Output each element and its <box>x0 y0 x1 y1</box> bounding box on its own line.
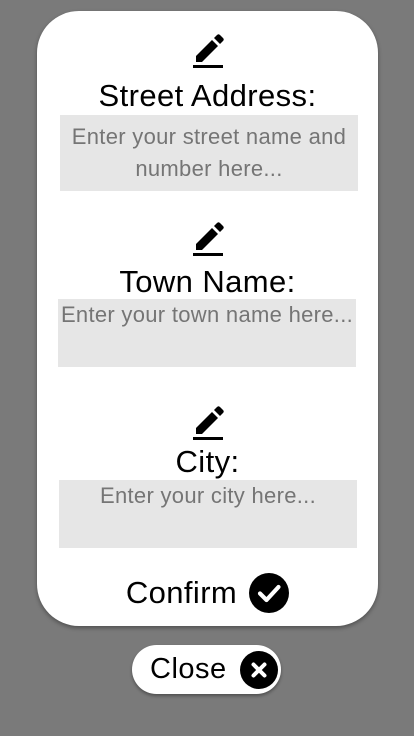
town-name-label: Town Name: <box>119 264 296 299</box>
close-circle-icon <box>240 651 278 689</box>
close-button[interactable]: Close <box>132 645 281 694</box>
confirm-button[interactable]: Confirm <box>37 571 378 615</box>
check-circle-icon <box>249 573 290 613</box>
confirm-label: Confirm <box>125 575 238 610</box>
edit-pencil-icon <box>192 34 224 68</box>
edit-pencil-icon <box>192 406 224 440</box>
street-address-input[interactable] <box>60 115 358 191</box>
city-input[interactable] <box>59 480 357 548</box>
city-label: City: <box>175 444 240 479</box>
street-address-label: Street Address: <box>98 78 317 113</box>
address-form-card: Street Address: Town Name: City: Confirm <box>37 11 378 626</box>
town-name-input[interactable] <box>58 299 356 367</box>
close-label: Close <box>150 653 227 685</box>
edit-pencil-icon <box>192 222 224 256</box>
